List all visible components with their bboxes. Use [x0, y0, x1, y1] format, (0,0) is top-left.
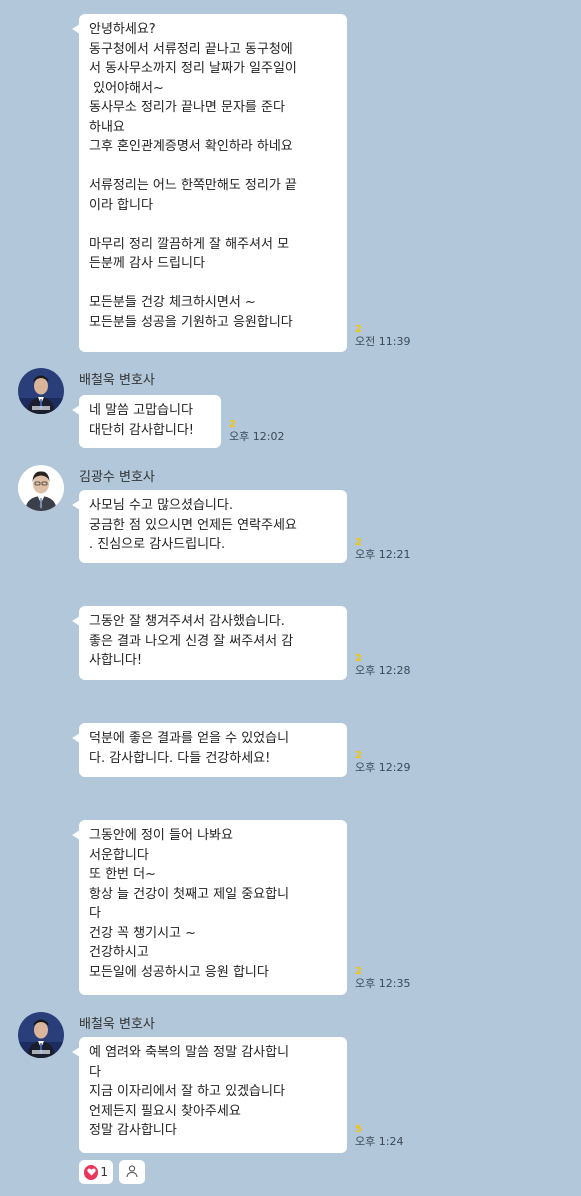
message-time: 오후 12:21: [355, 548, 411, 561]
person-icon: [125, 1164, 139, 1181]
message-meta: 2 오후 12:35: [355, 966, 410, 991]
message-bubble[interactable]: 그동안 잘 챙겨주셔서 감사했습니다. 좋은 결과 나오게 신경 잘 써주셔서 …: [72, 606, 347, 680]
message-meta: 2 오후 12:21: [355, 537, 410, 562]
message-meta: 2 오전 11:39: [355, 324, 410, 349]
add-reaction-button[interactable]: [119, 1160, 145, 1184]
message-bubble[interactable]: 사모님 수고 많으셨습니다. 궁금한 점 있으시면 언제든 연락주세요 . 진심…: [72, 490, 347, 563]
message-bubble[interactable]: 예 염려와 축복의 말씀 정말 감사합니 다 지금 이자리에서 잘 하고 있겠습…: [72, 1037, 347, 1153]
sender-name: 배철욱 변호사: [79, 373, 155, 388]
message-time: 오후 12:28: [355, 664, 411, 677]
message-bubble[interactable]: 덕분에 좋은 결과를 얻을 수 있었습니 다. 감사합니다. 다들 건강하세요!: [72, 723, 347, 777]
message-meta: 5 오후 1:24: [355, 1124, 403, 1149]
message-meta: 2 오후 12:29: [355, 750, 410, 775]
message-time: 오후 12:02: [229, 430, 285, 443]
sender-name: 김광수 변호사: [79, 470, 155, 485]
sender-name: 배철욱 변호사: [79, 1017, 155, 1032]
message-bubble[interactable]: 네 말씀 고맙습니다 대단히 감사합니다!: [72, 395, 221, 448]
unread-count: 5: [355, 1124, 362, 1135]
avatar[interactable]: [18, 1012, 64, 1058]
message-bubble[interactable]: 그동안에 정이 들어 나봐요 서운합니다 또 한번 더~ 항상 늘 건강이 첫째…: [72, 820, 347, 995]
avatar[interactable]: [18, 368, 64, 414]
message-time: 오전 11:39: [355, 335, 411, 348]
unread-count: 2: [229, 419, 236, 430]
heart-count: 1: [100, 1165, 108, 1179]
unread-count: 2: [355, 537, 362, 548]
message-time: 오후 12:29: [355, 761, 411, 774]
heart-icon: [84, 1164, 99, 1180]
unread-count: 2: [355, 750, 362, 761]
heart-reaction-button[interactable]: 1: [79, 1160, 113, 1184]
unread-count: 2: [355, 653, 362, 664]
avatar[interactable]: [18, 465, 64, 511]
unread-count: 2: [355, 966, 362, 977]
message-time: 오후 1:24: [355, 1135, 404, 1148]
message-meta: 2 오후 12:02: [229, 419, 284, 444]
message-bubble[interactable]: 안녕하세요? 동구청에서 서류정리 끝나고 동구청에 서 동사무소까지 정리 날…: [72, 14, 347, 352]
reaction-bar: 1: [79, 1160, 145, 1184]
message-meta: 2 오후 12:28: [355, 653, 410, 678]
message-time: 오후 12:35: [355, 977, 411, 990]
unread-count: 2: [355, 324, 362, 335]
